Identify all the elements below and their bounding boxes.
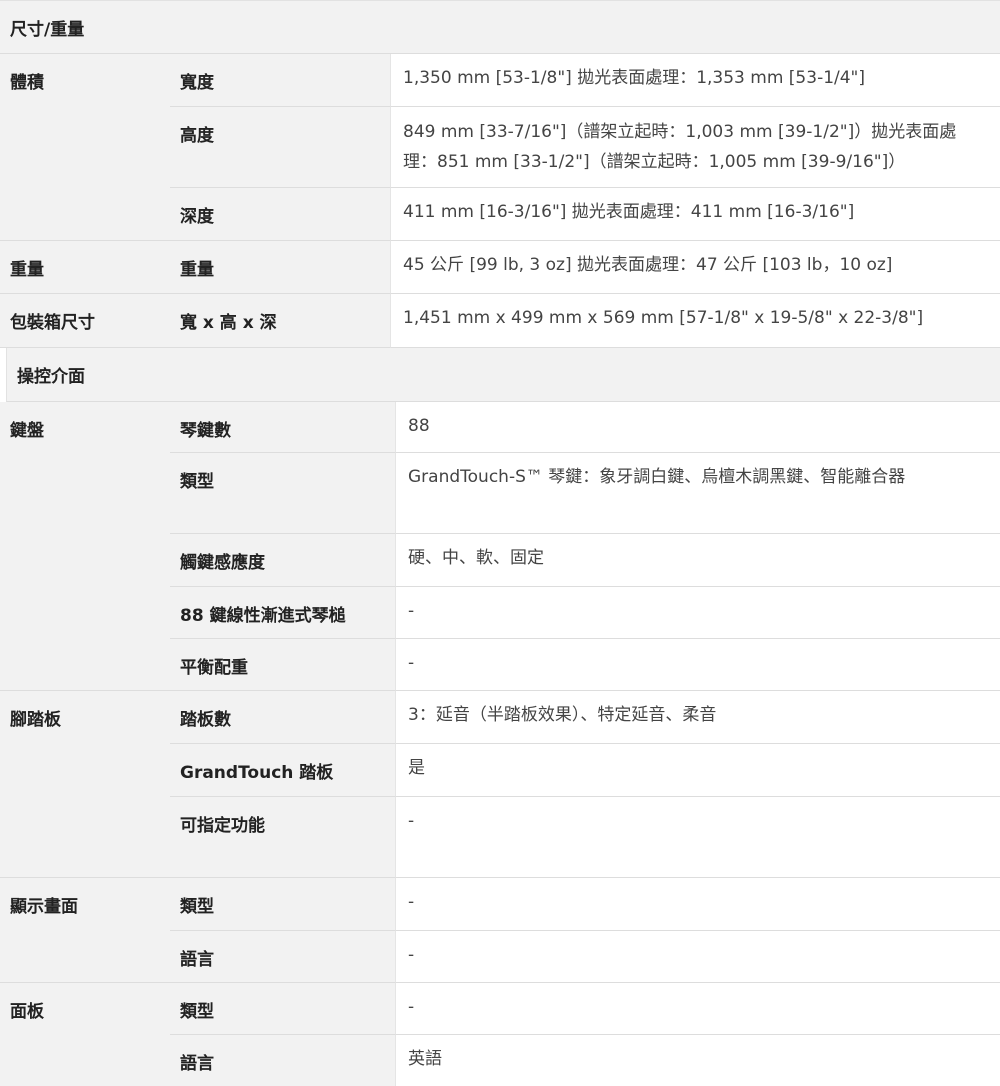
row-value: - [395,797,1000,878]
table-row: GrandTouch 踏板 是 [170,744,1000,797]
row-value: 1,451 mm x 499 mm x 569 mm [57-1/8" x 19… [390,294,1000,348]
category-cell: 顯示畫面 [0,878,170,983]
row-label: 重量 [170,241,390,294]
table-row: 深度 411 mm [16-3/16"] 拋光表面處理：411 mm [16-3… [170,188,1000,241]
table-row: 高度 849 mm [33-7/16"]（譜架立起時：1,003 mm [39-… [170,107,1000,188]
table-row: 觸鍵感應度 硬、中、軟、固定 [170,534,1000,587]
row-label: 寬 x 高 x 深 [170,294,390,348]
row-label: GrandTouch 踏板 [170,744,395,797]
size-weight-section: 尺寸/重量 體積 寬度 1,350 mm [53-1/8"] 拋光表面處理：1,… [0,0,1000,348]
category-cell: 鍵盤 [0,402,170,691]
row-value: - [395,878,1000,931]
row-value: 45 公斤 [99 lb, 3 oz] 拋光表面處理：47 公斤 [103 lb… [390,241,1000,294]
row-label: 類型 [170,878,395,931]
row-value: 1,350 mm [53-1/8"] 拋光表面處理：1,353 mm [53-1… [390,54,1000,107]
row-value: - [395,931,1000,983]
row-label: 寬度 [170,54,390,107]
category-cell: 腳踏板 [0,691,170,878]
row-value: 411 mm [16-3/16"] 拋光表面處理：411 mm [16-3/16… [390,188,1000,241]
category-cell: 包裝箱尺寸 [0,294,170,348]
row-label: 語言 [170,931,395,983]
row-value: 88 [395,402,1000,453]
row-value: - [395,639,1000,691]
category-cell: 面板 [0,983,170,1086]
row-value: 是 [395,744,1000,797]
row-label: 琴鍵數 [170,402,395,453]
table-row: 踏板數 3：延音（半踏板效果）、特定延音、柔音 [170,691,1000,744]
row-value: 3：延音（半踏板效果）、特定延音、柔音 [395,691,1000,744]
table-row: 語言 - [170,931,1000,983]
table-row: 類型 - [170,878,1000,931]
section-title: 尺寸/重量 [0,0,1000,54]
table-row: 類型 - [170,983,1000,1035]
table-row: 88 鍵線性漸進式琴槌 - [170,587,1000,639]
row-value: 849 mm [33-7/16"]（譜架立起時：1,003 mm [39-1/2… [390,107,1000,188]
row-value: - [395,587,1000,639]
table-row: 語言 英語 [170,1035,1000,1086]
row-label: 可指定功能 [170,797,395,878]
row-label: 踏板數 [170,691,395,744]
category-cell: 體積 [0,54,170,241]
controls-section: 操控介面 鍵盤 琴鍵數 88 類型 GrandTouch-S™ 琴鍵：象牙調白鍵… [0,348,1000,1086]
size-weight-table: 體積 寬度 1,350 mm [53-1/8"] 拋光表面處理：1,353 mm… [0,54,1000,348]
table-row: 類型 GrandTouch-S™ 琴鍵：象牙調白鍵、烏檀木調黑鍵、智能離合器 [170,453,1000,534]
table-row: 寬度 1,350 mm [53-1/8"] 拋光表面處理：1,353 mm [5… [170,54,1000,107]
spec-page: 尺寸/重量 體積 寬度 1,350 mm [53-1/8"] 拋光表面處理：1,… [0,0,1000,1086]
row-label: 觸鍵感應度 [170,534,395,587]
row-label: 深度 [170,188,390,241]
controls-table: 鍵盤 琴鍵數 88 類型 GrandTouch-S™ 琴鍵：象牙調白鍵、烏檀木調… [0,402,1000,1086]
row-label: 高度 [170,107,390,188]
table-row: 平衡配重 - [170,639,1000,691]
row-label: 類型 [170,983,395,1035]
table-row: 琴鍵數 88 [170,402,1000,453]
row-value: 英語 [395,1035,1000,1086]
row-label: 類型 [170,453,395,534]
row-label: 平衡配重 [170,639,395,691]
row-value: GrandTouch-S™ 琴鍵：象牙調白鍵、烏檀木調黑鍵、智能離合器 [395,453,1000,534]
row-label: 88 鍵線性漸進式琴槌 [170,587,395,639]
section-title: 操控介面 [6,348,1000,402]
table-row: 重量 45 公斤 [99 lb, 3 oz] 拋光表面處理：47 公斤 [103… [170,241,1000,294]
row-value: - [395,983,1000,1035]
table-row: 寬 x 高 x 深 1,451 mm x 499 mm x 569 mm [57… [170,294,1000,348]
row-label: 語言 [170,1035,395,1086]
row-value: 硬、中、軟、固定 [395,534,1000,587]
category-cell: 重量 [0,241,170,294]
table-row: 可指定功能 - [170,797,1000,878]
